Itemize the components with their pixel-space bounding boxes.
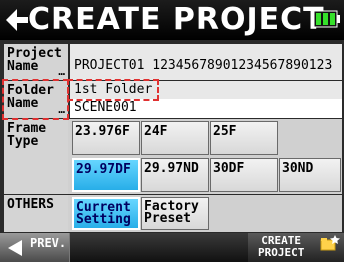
factory-preset-button[interactable]: Factory Preset [141, 197, 209, 230]
factory-preset-line2: Preset [144, 211, 191, 226]
back-arrow-icon[interactable] [6, 6, 28, 34]
frame-23976f-button[interactable]: 23.976F [72, 121, 140, 155]
create-project-button[interactable]: CREATE PROJECT [248, 233, 344, 262]
frame-2997nd-button[interactable]: 29.97ND [141, 158, 209, 192]
frame-30df-button[interactable]: 30DF [210, 158, 278, 192]
create-project-screen: CREATE PROJECT Project Name … PROJECT01 … [0, 0, 344, 262]
folder-name-ellipsis: … [58, 103, 65, 116]
project-name-field[interactable]: PROJECT01 12345678901234567890123 [70, 44, 342, 80]
frame-type-label-text: Frame Type [7, 121, 47, 149]
battery-icon [313, 10, 340, 28]
create-project-icon [320, 235, 340, 251]
prev-arrow-icon [8, 240, 22, 256]
prev-label: PREV. [30, 236, 67, 250]
create-project-label: CREATE PROJECT [258, 235, 304, 259]
folder-name-header: 1st Folder [70, 81, 342, 99]
folder-name-label[interactable]: Folder Name … [4, 81, 68, 118]
frame-type-label: Frame Type [4, 119, 68, 194]
others-label-text: OTHERS [7, 197, 54, 212]
folder-name-header-text: 1st Folder [74, 82, 153, 97]
prev-button[interactable]: PREV. [0, 233, 70, 262]
frame-2997df-button[interactable]: 29.97DF [72, 158, 140, 192]
project-name-value: PROJECT01 12345678901234567890123 [74, 58, 333, 73]
screen-title: CREATE PROJECT [28, 2, 325, 37]
create-label-line2: PROJECT [258, 246, 305, 259]
frame-25f-button[interactable]: 25F [210, 121, 278, 155]
frame-30nd-button[interactable]: 30ND [279, 158, 341, 192]
current-setting-line2: Setting [76, 212, 131, 227]
project-name-label[interactable]: Project Name … [4, 44, 68, 80]
frame-24f-button[interactable]: 24F [141, 121, 209, 155]
title-bar: CREATE PROJECT [0, 0, 344, 40]
current-setting-button[interactable]: Current Setting [72, 197, 140, 230]
others-label: OTHERS [4, 195, 68, 232]
folder-name-value: SCENE001 [74, 100, 137, 115]
project-name-ellipsis: … [58, 65, 65, 78]
folder-name-field[interactable]: SCENE001 [70, 99, 342, 118]
